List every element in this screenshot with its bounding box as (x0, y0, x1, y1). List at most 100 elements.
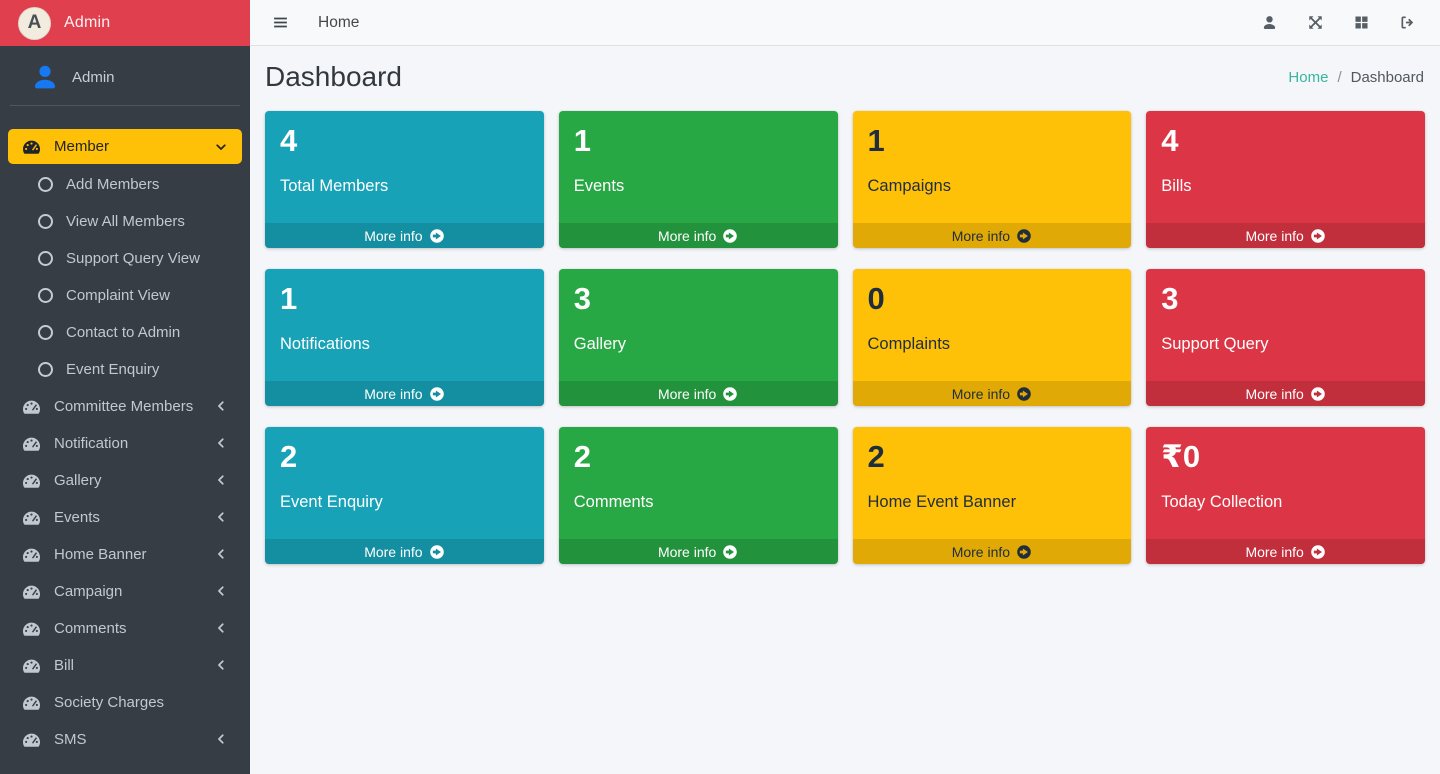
grid-icon[interactable] (1353, 14, 1370, 31)
sidebar-item-add-members[interactable]: Add Members (8, 167, 242, 201)
sidebar-item-comments[interactable]: Comments (8, 611, 242, 645)
stat-card-events: 1 Events More info (559, 111, 838, 248)
arrow-circle-right-icon (722, 544, 738, 560)
sidebar-item-label: Complaint View (66, 287, 170, 304)
more-info-label: More info (658, 544, 716, 560)
sidebar-item-label: Event Enquiry (66, 361, 159, 378)
sidebar-item-support-query-view[interactable]: Support Query View (8, 241, 242, 275)
more-info-link[interactable]: More info (1146, 381, 1425, 406)
stat-card-value: 2 (280, 438, 529, 477)
brand-link[interactable]: A Admin (0, 0, 250, 46)
stat-card-label: Total Members (280, 177, 529, 196)
sidebar-item-event-enquiry[interactable]: Event Enquiry (8, 352, 242, 386)
stat-card-value: 3 (574, 280, 823, 319)
sidebar-item-contact-to-admin[interactable]: Contact to Admin (8, 315, 242, 349)
sidebar-item-home-banner[interactable]: Home Banner (8, 537, 242, 571)
more-info-label: More info (1245, 228, 1303, 244)
breadcrumb-current: Dashboard (1351, 69, 1424, 86)
sidebar-item-gallery[interactable]: Gallery (8, 463, 242, 497)
circle-outline-icon (38, 214, 53, 229)
sidebar-item-notification[interactable]: Notification (8, 426, 242, 460)
tachometer-icon (22, 137, 41, 156)
more-info-label: More info (952, 228, 1010, 244)
sidebar-item-society-charges[interactable]: Society Charges (8, 685, 242, 719)
expand-icon[interactable] (1307, 14, 1324, 31)
more-info-link[interactable]: More info (559, 381, 838, 406)
circle-outline-icon (38, 177, 53, 192)
chevron-left-icon (214, 473, 228, 487)
stat-card-label: Home Event Banner (868, 493, 1117, 512)
more-info-label: More info (364, 228, 422, 244)
sidebar-item-events[interactable]: Events (8, 500, 242, 534)
stat-card-label: Notifications (280, 335, 529, 354)
stat-card-today-collection: ₹0 Today Collection More info (1146, 427, 1425, 564)
hamburger-icon[interactable] (272, 14, 289, 31)
sidebar-item-complaint-view[interactable]: Complaint View (8, 278, 242, 312)
sidebar-item-view-all-members[interactable]: View All Members (8, 204, 242, 238)
user-icon[interactable] (1261, 14, 1278, 31)
circle-outline-icon (38, 362, 53, 377)
logout-icon[interactable] (1399, 14, 1416, 31)
more-info-link[interactable]: More info (853, 381, 1132, 406)
sidebar-item-label: Committee Members (54, 398, 193, 415)
more-info-link[interactable]: More info (265, 381, 544, 406)
arrow-circle-right-icon (1310, 386, 1326, 402)
sidebar-item-label: Bill (54, 657, 74, 674)
stat-card-value: 1 (868, 122, 1117, 161)
more-info-link[interactable]: More info (1146, 223, 1425, 248)
sidebar-item-label: Home Banner (54, 546, 147, 563)
chevron-left-icon (214, 621, 228, 635)
more-info-link[interactable]: More info (1146, 539, 1425, 564)
arrow-circle-right-icon (722, 228, 738, 244)
more-info-link[interactable]: More info (559, 223, 838, 248)
stat-card-label: Today Collection (1161, 493, 1410, 512)
more-info-label: More info (1245, 544, 1303, 560)
sidebar-item-campaign[interactable]: Campaign (8, 574, 242, 608)
stat-card-notifications: 1 Notifications More info (265, 269, 544, 406)
stat-cards-grid: 4 Total Members More info 1 Events More … (250, 99, 1440, 564)
sidebar-item-member[interactable]: Member (8, 129, 242, 164)
tachometer-icon (22, 397, 41, 416)
more-info-link[interactable]: More info (265, 223, 544, 248)
arrow-circle-right-icon (1016, 386, 1032, 402)
more-info-link[interactable]: More info (853, 539, 1132, 564)
stat-card-value: 3 (1161, 280, 1410, 319)
breadcrumb: Home / Dashboard (1288, 69, 1424, 86)
stat-card-value: 2 (574, 438, 823, 477)
stat-card-label: Complaints (868, 335, 1117, 354)
stat-card-total-members: 4 Total Members More info (265, 111, 544, 248)
app-window: A Admin Admin Member Add Members View Al… (0, 0, 1440, 774)
stat-card-value: ₹0 (1161, 438, 1410, 477)
stat-card-support-query: 3 Support Query More info (1146, 269, 1425, 406)
sidebar-item-committee-members[interactable]: Committee Members (8, 389, 242, 423)
user-name-link[interactable]: Admin (72, 69, 115, 86)
stat-card-bills: 4 Bills More info (1146, 111, 1425, 248)
tachometer-icon (22, 545, 41, 564)
more-info-label: More info (364, 544, 422, 560)
more-info-link[interactable]: More info (265, 539, 544, 564)
sidebar-item-bill[interactable]: Bill (8, 648, 242, 682)
brand-title: Admin (64, 14, 110, 32)
chevron-left-icon (214, 399, 228, 413)
topnav-right-icons (1232, 14, 1416, 31)
brand-logo-icon: A (18, 7, 51, 40)
tachometer-icon (22, 471, 41, 490)
more-info-link[interactable]: More info (559, 539, 838, 564)
more-info-label: More info (952, 544, 1010, 560)
more-info-link[interactable]: More info (853, 223, 1132, 248)
chevron-left-icon (214, 510, 228, 524)
chevron-left-icon (214, 584, 228, 598)
chevron-left-icon (214, 732, 228, 746)
sidebar-item-label: Events (54, 509, 100, 526)
sidebar-item-label: Comments (54, 620, 127, 637)
chevron-down-icon (214, 140, 228, 154)
arrow-circle-right-icon (722, 386, 738, 402)
stat-card-value: 1 (280, 280, 529, 319)
breadcrumb-home-link[interactable]: Home (1288, 69, 1328, 86)
tachometer-icon (22, 434, 41, 453)
page-title: Dashboard (265, 61, 402, 93)
sidebar-item-label: Support Query View (66, 250, 200, 267)
topnav-home-link[interactable]: Home (318, 14, 359, 32)
sidebar-item-sms[interactable]: SMS (8, 722, 242, 756)
sidebar-item-label: Notification (54, 435, 128, 452)
